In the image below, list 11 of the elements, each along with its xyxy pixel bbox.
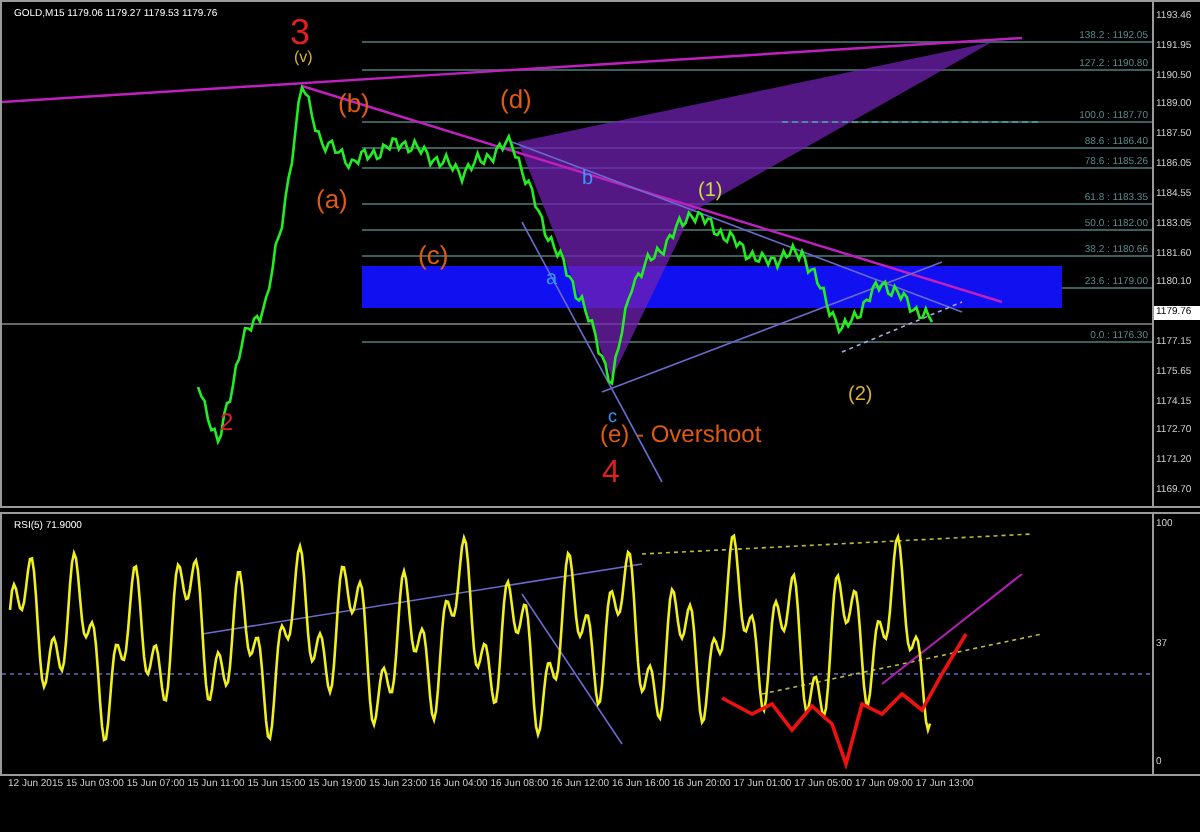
wave-label: 3 xyxy=(290,14,311,50)
wave-label: b xyxy=(582,170,594,190)
wave-label: (a) xyxy=(316,186,348,212)
wave-label: (d) xyxy=(500,86,532,112)
wave-label: (e) - Overshoot xyxy=(600,422,762,446)
wave-label: (2) xyxy=(848,386,873,406)
wave-label: (v) xyxy=(294,50,313,66)
wave-label: c xyxy=(608,408,617,426)
wave-label: 4 xyxy=(602,458,620,490)
wave-label: (1) xyxy=(698,182,723,202)
wave-label: (c) xyxy=(418,242,449,268)
